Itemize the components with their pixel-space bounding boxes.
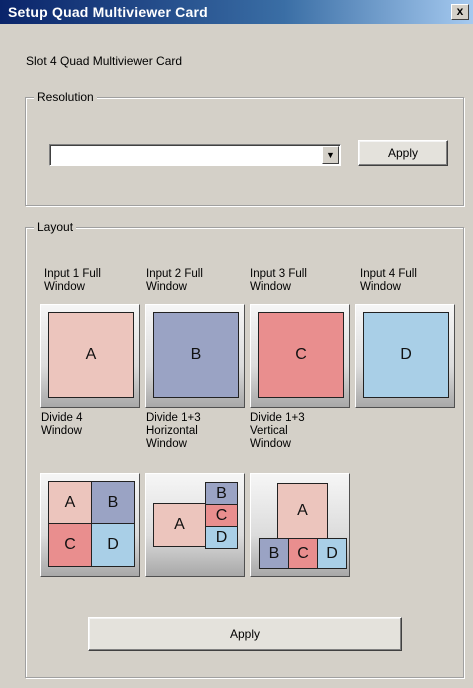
pane-c: C	[258, 312, 344, 398]
pane-a: A	[48, 312, 134, 398]
layout-button-input3-full[interactable]: C	[250, 304, 350, 408]
layout-button-divide4[interactable]: A B C D	[40, 473, 140, 577]
pane-a: A	[277, 483, 328, 539]
title-bar: Setup Quad Multiviewer Card x	[0, 0, 473, 24]
pane-b: B	[153, 312, 239, 398]
pane-d: D	[205, 526, 238, 549]
resolution-group: Resolution ▼ Apply	[25, 90, 464, 206]
layout-button-input4-full[interactable]: D	[355, 304, 455, 408]
layout-label-divide4: Divide 4 Window	[41, 412, 83, 437]
pane-b: B	[91, 481, 135, 524]
layout-label-input2: Input 2 Full Window	[146, 268, 203, 293]
chevron-down-icon[interactable]: ▼	[322, 146, 339, 164]
pane-a: A	[48, 481, 92, 524]
layout-group-title: Layout	[34, 220, 77, 234]
resolution-dropdown[interactable]: ▼	[49, 144, 341, 166]
layout-button-input2-full[interactable]: B	[145, 304, 245, 408]
resolution-group-title: Resolution	[34, 90, 97, 104]
pane-c: C	[48, 523, 92, 567]
pane-c: C	[205, 504, 238, 527]
layout-button-divide13-horizontal[interactable]: A B C D	[145, 473, 245, 577]
layout-label-divide13h: Divide 1+3 Horizontal Window	[146, 412, 201, 450]
window-title: Setup Quad Multiviewer Card	[8, 4, 208, 20]
close-icon[interactable]: x	[451, 4, 469, 20]
pane-d: D	[363, 312, 449, 398]
pane-a: A	[153, 503, 206, 547]
layout-label-divide13v: Divide 1+3 Vertical Window	[250, 412, 305, 450]
pane-b: B	[259, 538, 289, 569]
layout-group: Layout	[25, 220, 464, 678]
layout-label-input4: Input 4 Full Window	[360, 268, 417, 293]
resolution-apply-button[interactable]: Apply	[358, 140, 448, 166]
pane-d: D	[317, 538, 347, 569]
pane-d: D	[91, 523, 135, 567]
layout-label-input1: Input 1 Full Window	[44, 268, 101, 293]
slot-label: Slot 4 Quad Multiviewer Card	[26, 54, 183, 68]
pane-b: B	[205, 482, 238, 505]
layout-label-input3: Input 3 Full Window	[250, 268, 307, 293]
layout-button-input1-full[interactable]: A	[40, 304, 140, 408]
layout-button-divide13-vertical[interactable]: A B C D	[250, 473, 350, 577]
apply-button[interactable]: Apply	[88, 617, 402, 651]
pane-c: C	[288, 538, 318, 569]
